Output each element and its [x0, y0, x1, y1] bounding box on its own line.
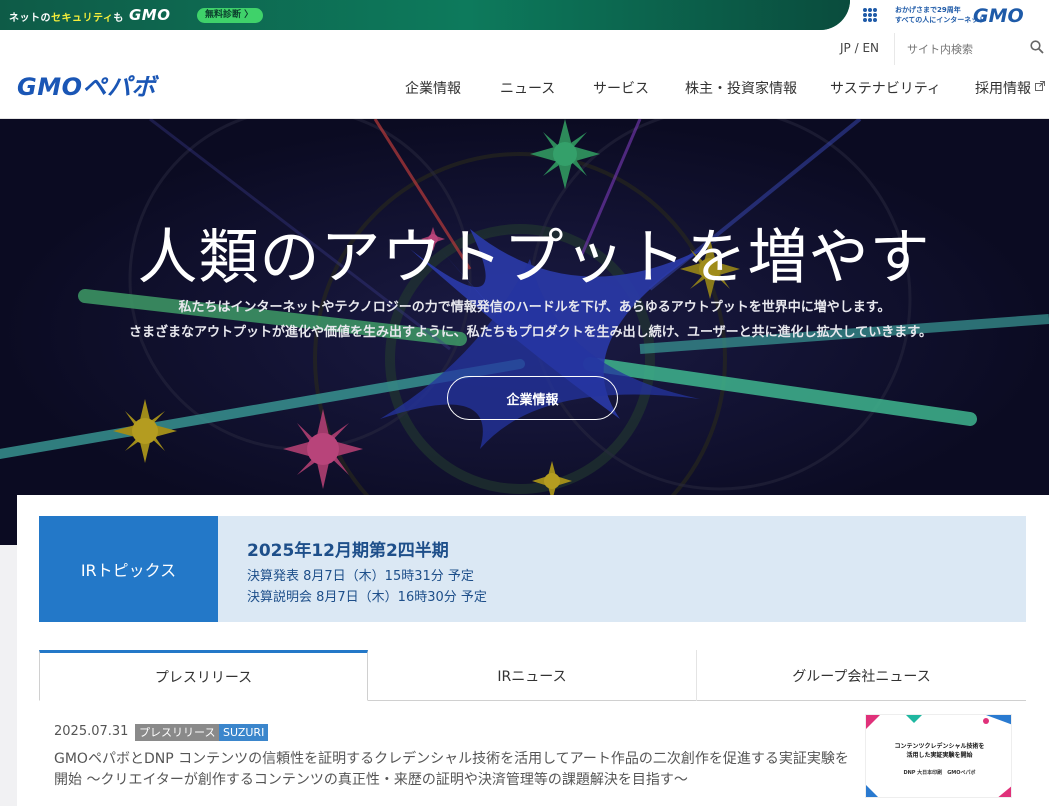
gmo-group-logo[interactable]: GMO [973, 5, 1024, 27]
ir-topic-title: 2025年12月期第2四半期 [247, 541, 449, 561]
news-thumbnail[interactable]: コンテンツクレデンシャル技術を 活用した実証実験を開始 DNP 大日本印刷 GM… [865, 714, 1012, 798]
hero-title: 人類のアウトプットを増やす [137, 223, 931, 293]
ir-topic-line-1: 決算発表 8月7日（木）15時31分 予定 [247, 569, 474, 584]
news-card: IRトピックス 2025年12月期第2四半期 決算発表 8月7日（木）15時31… [17, 495, 1049, 806]
nav-sustainability[interactable]: サステナビリティ [830, 78, 941, 98]
thumbnail-logos: DNP 大日本印刷 GMOペパボ [903, 770, 976, 776]
free-diagnosis-button[interactable]: 無料診断 〉 [197, 8, 263, 23]
site-header: JP / EN GMOペパボ 企業情報 ニュース サービス 株主・投資家情報 サ… [0, 30, 1049, 119]
site-search-input[interactable] [894, 33, 1049, 65]
gmo-slogan: おかげさまで29周年 すべての人にインターネット [895, 6, 986, 24]
press-release-badge: プレスリリース [135, 724, 220, 741]
external-link-icon [1035, 81, 1045, 91]
ir-topic-line-2: 決算説明会 8月7日（木）16時30分 予定 [247, 590, 487, 605]
hero-section: 人類のアウトプットを増やす 私たちはインターネットやテクノロジーの力で情報発信の… [0, 119, 1049, 545]
security-banner-text: ネットのセキュリティも [9, 13, 124, 24]
language-switch[interactable]: JP / EN [840, 41, 879, 55]
nav-news[interactable]: ニュース [500, 78, 555, 98]
tab-ir-news[interactable]: IRニュース [368, 650, 697, 701]
global-nav: 企業情報 ニュース サービス 株主・投資家情報 サステナビリティ 採用情報 [0, 78, 1049, 100]
nav-services[interactable]: サービス [593, 78, 649, 98]
gmo-grid-icon[interactable] [863, 8, 877, 22]
thumbnail-title: コンテンツクレデンシャル技術を 活用した実証実験を開始 [894, 743, 985, 759]
tab-group-news[interactable]: グループ会社ニュース [697, 650, 1026, 701]
news-tabs: プレスリリース IRニュース グループ会社ニュース [39, 650, 1026, 701]
ir-topics-box[interactable]: IRトピックス 2025年12月期第2四半期 決算発表 8月7日（木）15時31… [39, 516, 1026, 622]
hero-description-2: さまざまなアウトプットが進化や価値を生み出すように、私たちもプロダクトを生み出し… [128, 325, 932, 340]
security-banner[interactable]: ネットのセキュリティも GMO 無料診断 〉 [0, 0, 850, 30]
nav-company[interactable]: 企業情報 [405, 78, 461, 98]
gmo-group-bar: ネットのセキュリティも GMO 無料診断 〉 おかげさまで29周年 すべての人に… [0, 0, 1049, 30]
news-headline-link[interactable]: GMOペパボとDNP コンテンツの信頼性を証明するクレデンシャル技術を活用してア… [54, 749, 854, 791]
news-date: 2025.07.31 [54, 724, 129, 739]
ir-topics-label: IRトピックス [39, 516, 218, 622]
search-icon[interactable] [1030, 40, 1044, 54]
gmo-logo-small: GMO [129, 6, 171, 24]
company-info-button[interactable]: 企業情報 [447, 376, 618, 420]
nav-investors[interactable]: 株主・投資家情報 [685, 78, 797, 98]
tab-press-release[interactable]: プレスリリース [39, 650, 368, 701]
nav-recruit[interactable]: 採用情報 [975, 78, 1045, 98]
suzuri-badge: SUZURI [219, 724, 269, 741]
hero-description-1: 私たちはインターネットやテクノロジーの力で情報発信のハードルを下げ、あらゆるアウ… [178, 300, 891, 315]
